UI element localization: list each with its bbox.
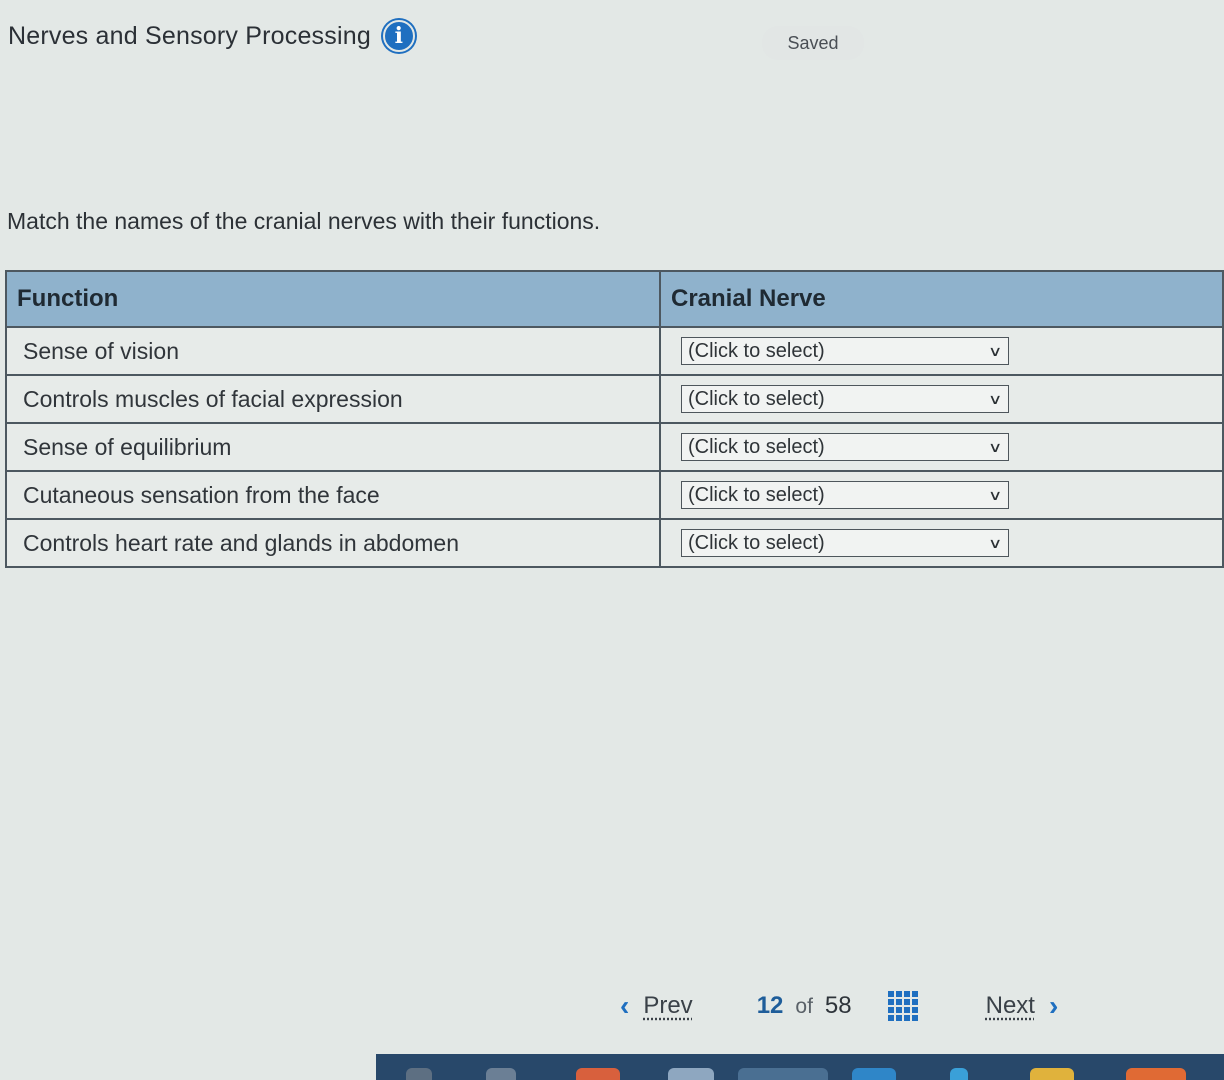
info-icon[interactable]: i xyxy=(382,20,415,52)
taskbar-app-icon[interactable] xyxy=(852,1068,896,1080)
current-question-number: 12 xyxy=(756,992,784,1019)
total-questions: 58 xyxy=(824,992,852,1019)
select-cell: (Click to select) ∨ xyxy=(659,326,1224,376)
taskbar-app-icon[interactable] xyxy=(1030,1068,1074,1080)
dropdown-value: (Click to select) xyxy=(688,435,825,458)
table-row: Sense of equilibrium (Click to select) ∨ xyxy=(5,422,1224,472)
table-header-row: Function Cranial Nerve xyxy=(5,270,1224,328)
cranial-nerve-dropdown[interactable]: (Click to select) ∨ xyxy=(681,337,1009,365)
chevron-down-icon: ∨ xyxy=(987,534,1003,551)
chevron-down-icon: ∨ xyxy=(987,390,1003,407)
prev-label: Prev xyxy=(643,992,693,1019)
cranial-nerve-dropdown[interactable]: (Click to select) ∨ xyxy=(681,529,1009,557)
select-cell: (Click to select) ∨ xyxy=(659,470,1224,520)
dropdown-value: (Click to select) xyxy=(688,387,825,410)
page-header: Nerves and Sensory Processing i xyxy=(8,20,415,52)
select-cell: (Click to select) ∨ xyxy=(659,518,1224,568)
taskbar-app-icon[interactable] xyxy=(738,1068,828,1080)
chevron-down-icon: ∨ xyxy=(987,438,1003,455)
table-row: Controls muscles of facial expression (C… xyxy=(5,374,1224,424)
column-header-cranial-nerve: Cranial Nerve xyxy=(659,270,1224,328)
taskbar-app-icon[interactable] xyxy=(486,1068,516,1080)
prev-button[interactable]: ‹ Prev xyxy=(620,990,693,1022)
dropdown-value: (Click to select) xyxy=(688,531,825,554)
matching-table: Function Cranial Nerve Sense of vision (… xyxy=(5,270,1224,568)
function-cell: Controls heart rate and glands in abdome… xyxy=(5,518,661,568)
chevron-down-icon: ∨ xyxy=(987,342,1003,359)
saved-status-badge: Saved xyxy=(762,26,864,60)
question-instructions: Match the names of the cranial nerves wi… xyxy=(7,208,601,234)
select-cell: (Click to select) ∨ xyxy=(659,374,1224,424)
table-row: Sense of vision (Click to select) ∨ xyxy=(5,326,1224,376)
cranial-nerve-dropdown[interactable]: (Click to select) ∨ xyxy=(681,385,1009,413)
taskbar-app-icon[interactable] xyxy=(950,1068,968,1080)
next-label: Next xyxy=(985,992,1035,1019)
function-cell: Sense of equilibrium xyxy=(5,422,661,472)
table-row: Cutaneous sensation from the face (Click… xyxy=(5,470,1224,520)
dropdown-value: (Click to select) xyxy=(688,339,825,362)
select-cell: (Click to select) ∨ xyxy=(659,422,1224,472)
question-navigation: ‹ Prev 12 of 58 Next › xyxy=(620,990,1058,1022)
taskbar-app-icon[interactable] xyxy=(406,1068,432,1080)
os-taskbar xyxy=(376,1054,1224,1080)
page-title: Nerves and Sensory Processing xyxy=(8,21,371,50)
taskbar-app-icon[interactable] xyxy=(576,1068,620,1080)
taskbar-app-icon[interactable] xyxy=(1126,1068,1186,1080)
chevron-right-icon: › xyxy=(1048,990,1059,1021)
cranial-nerve-dropdown[interactable]: (Click to select) ∨ xyxy=(681,481,1009,509)
column-header-function: Function xyxy=(5,270,661,328)
page-counter: 12 of 58 xyxy=(757,992,852,1020)
of-label: of xyxy=(795,995,813,1018)
function-cell: Controls muscles of facial expression xyxy=(5,374,661,424)
chevron-left-icon: ‹ xyxy=(620,990,630,1021)
table-row: Controls heart rate and glands in abdome… xyxy=(5,518,1224,568)
grid-icon[interactable] xyxy=(887,991,918,1021)
taskbar-app-icon[interactable] xyxy=(668,1068,714,1080)
function-cell: Sense of vision xyxy=(5,326,661,376)
function-cell: Cutaneous sensation from the face xyxy=(5,470,661,520)
assignment-page: Nerves and Sensory Processing i Saved Ma… xyxy=(0,0,1224,1080)
chevron-down-icon: ∨ xyxy=(987,486,1003,503)
cranial-nerve-dropdown[interactable]: (Click to select) ∨ xyxy=(681,433,1009,461)
next-button[interactable]: Next › xyxy=(986,990,1059,1022)
dropdown-value: (Click to select) xyxy=(688,483,825,506)
